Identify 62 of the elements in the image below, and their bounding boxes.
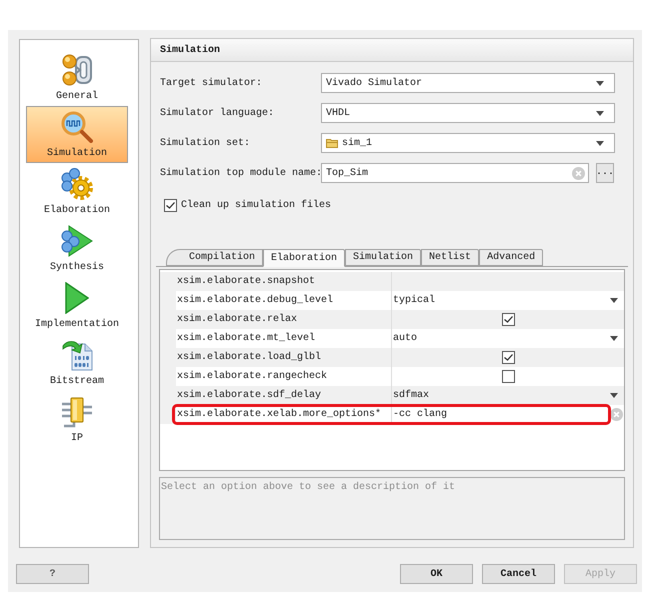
link-nodes-icon [62,54,92,86]
caret-icon [610,393,618,398]
dialog-button[interactable]: OK [400,564,473,584]
checkmark-icon [504,316,512,323]
tab[interactable]: Advanced [479,249,544,266]
sidebar-item[interactable]: General [26,49,128,106]
value-dropdown[interactable]: typical [392,291,624,310]
property-name: xsim.elaborate.rangecheck [176,370,328,384]
description-hint: Select an option above to see a description of it [161,482,456,493]
sidebar-item[interactable]: Implementation [26,277,128,334]
tab[interactable]: Compilation [166,249,264,266]
binary-file-icon [62,339,92,371]
property-name: xsim.elaborate.xelab.more_options* [176,408,382,422]
checkbox-label[interactable]: Clean up simulation files [181,198,332,213]
property-name: xsim.elaborate.mt_level [176,332,316,346]
clear-icon [572,166,585,180]
property-name: xsim.elaborate.relax [176,312,298,327]
property-row[interactable]: xsim.elaborate.xelab.more_options* -cc clang [160,405,624,424]
browse-button[interactable]: ... [596,163,614,183]
help-button[interactable]: ? [16,564,89,584]
tab[interactable]: Simulation [345,249,422,266]
tab[interactable]: Netlist [421,249,480,266]
caret-icon [596,140,604,146]
field-label: Simulation top module name: [159,166,321,180]
value-dropdown[interactable]: sdfmax [392,386,624,405]
tab[interactable]: Elaboration [263,249,346,267]
value-dropdown[interactable]: auto [392,329,624,348]
magnifier-icon [61,111,93,143]
property-name: xsim.elaborate.snapshot [176,274,316,289]
field-label: Target simulator: [159,76,264,90]
folder-icon [326,138,338,148]
dropdown[interactable]: Vivado Simulator [321,73,615,93]
checkmark-icon [504,354,512,361]
dropdown[interactable]: sim_1 [321,133,615,153]
caret-icon [596,80,604,86]
panel-header: Simulation [151,39,633,62]
caret-icon [610,336,618,341]
chip-icon [61,396,93,428]
field-label: Simulator language: [159,106,276,120]
checkbox[interactable] [164,199,177,212]
value-input[interactable]: -cc clang [392,405,624,424]
gear-icon [61,168,93,200]
sidebar-item[interactable]: Elaboration [26,163,128,220]
checkmark-icon [166,202,175,209]
caret-icon [596,110,604,116]
sidebar-item[interactable]: IP [26,391,128,448]
sidebar-item[interactable]: Simulation [26,106,128,163]
sidebar-item[interactable]: Bitstream [26,334,128,391]
property-name: xsim.elaborate.debug_level [176,294,334,308]
sidebar-item[interactable]: Synthesis [26,220,128,277]
text-input[interactable]: Top_Sim [321,163,589,183]
checkbox[interactable] [502,370,514,383]
dropdown[interactable]: VHDL [321,103,615,123]
dialog-button[interactable]: Cancel [482,564,555,584]
checkbox[interactable] [502,351,514,364]
play-dots-icon [61,225,93,257]
checkbox[interactable] [502,313,514,326]
property-name: xsim.elaborate.load_glbl [176,350,322,365]
play-icon [65,282,89,314]
field-label: Simulation set: [159,136,252,150]
property-name: xsim.elaborate.sdf_delay [176,388,322,403]
caret-icon [610,298,618,303]
